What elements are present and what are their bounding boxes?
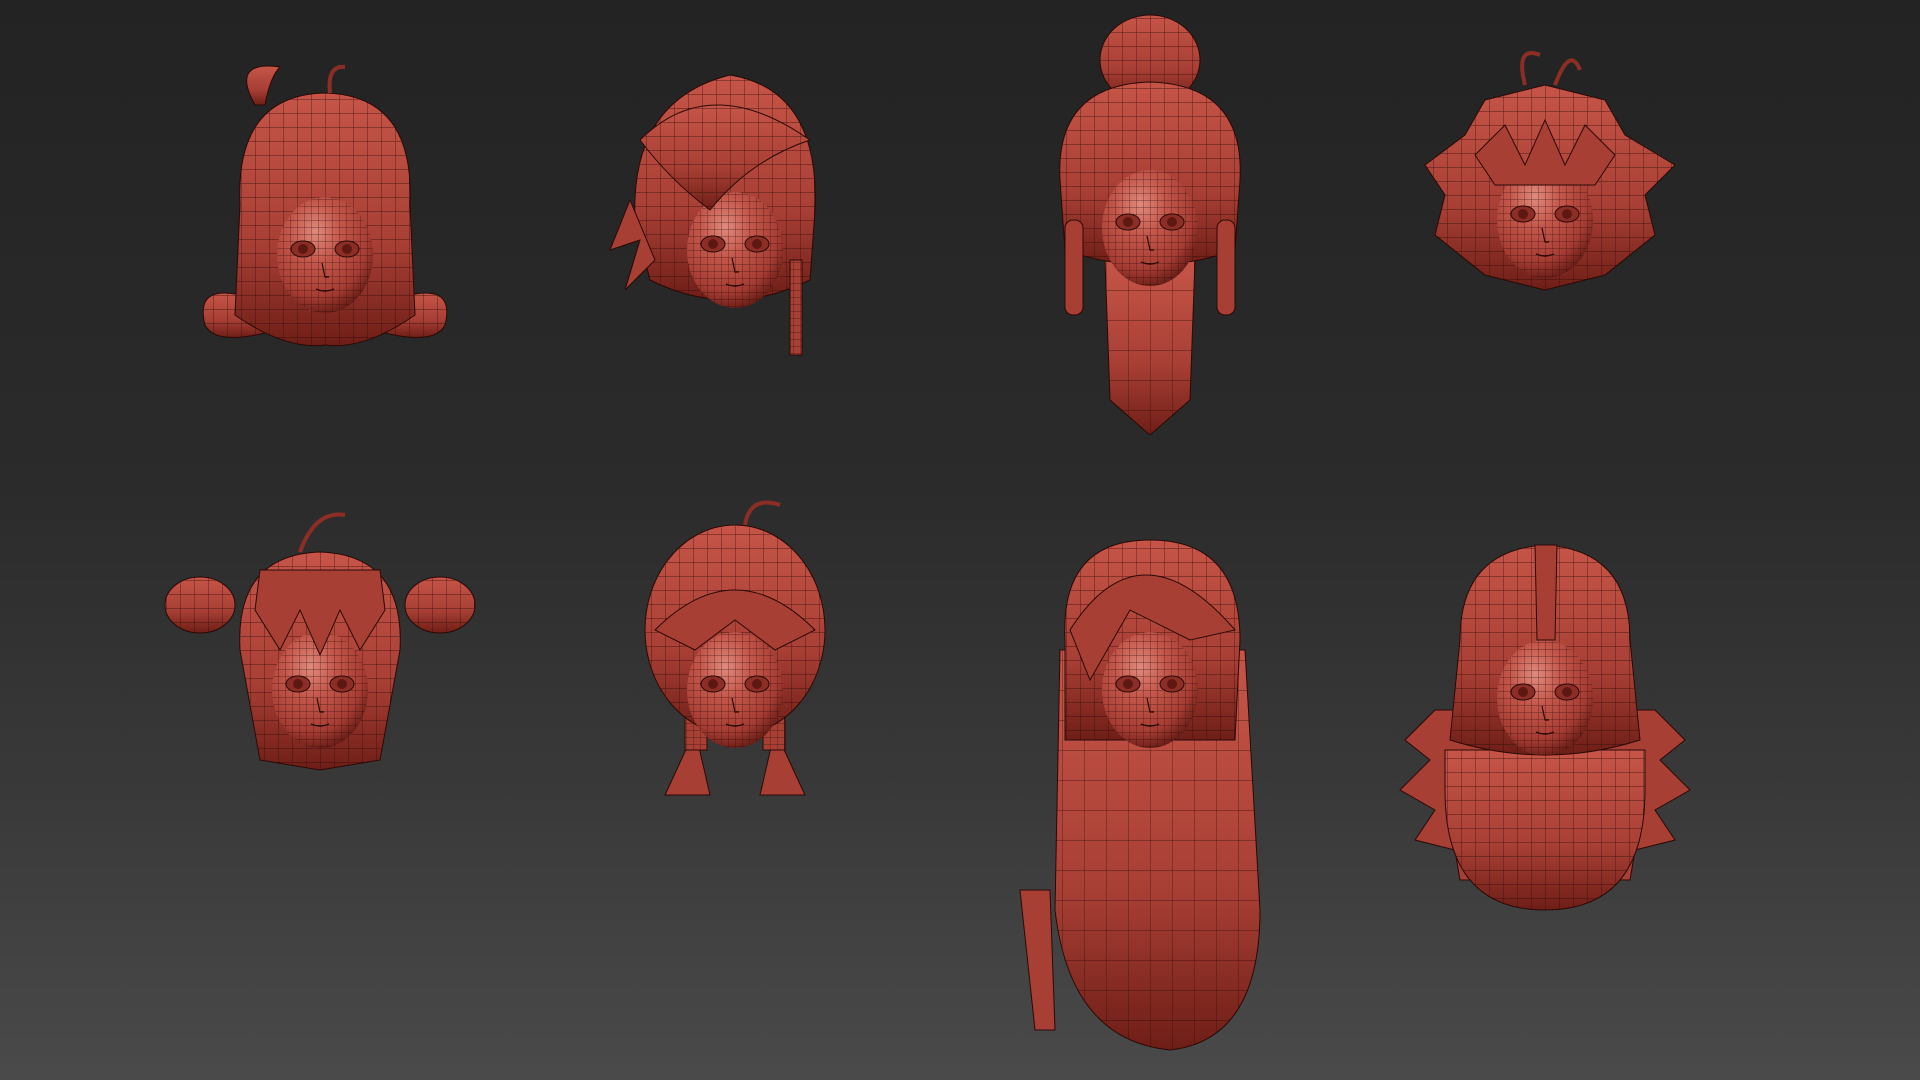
head-long-straight[interactable] (1019, 539, 1261, 1051)
head-side-swept-braid[interactable] (609, 74, 816, 356)
3d-viewport[interactable] (0, 0, 1920, 1080)
head-bob-braids[interactable] (644, 500, 826, 796)
scene-canvas[interactable] (0, 0, 1920, 1080)
head-horn-curls[interactable] (202, 64, 448, 347)
head-messy-antenna[interactable] (1424, 51, 1676, 291)
head-high-ponytail[interactable] (1059, 14, 1241, 436)
head-wavy-long[interactable] (1399, 544, 1691, 911)
head-twin-buns[interactable] (164, 512, 476, 771)
